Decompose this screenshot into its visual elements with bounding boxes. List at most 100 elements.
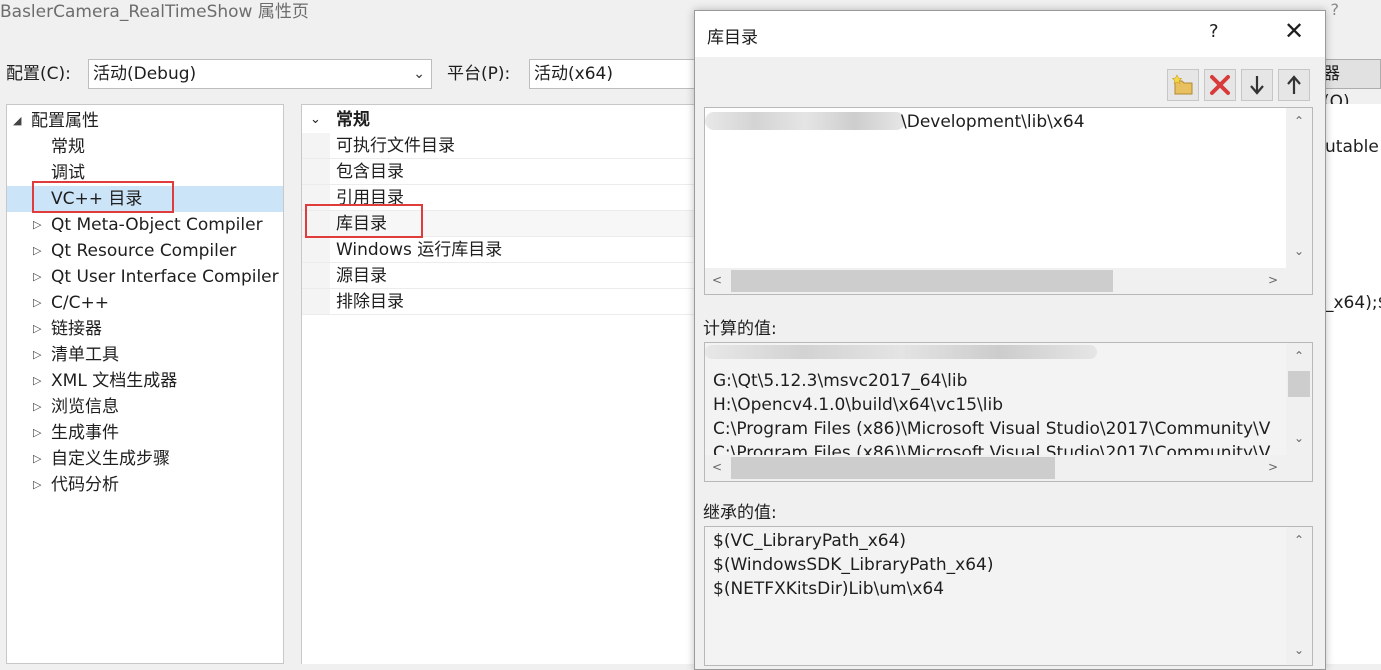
move-down-button[interactable]	[1241, 69, 1273, 101]
platform-dropdown[interactable]: 活动(x64)	[529, 59, 709, 89]
grid-row-label: 可执行文件目录	[336, 136, 455, 156]
grid-row-executable-dirs[interactable]: 可执行文件目录	[302, 133, 722, 159]
dialog-title: 库目录	[707, 28, 758, 48]
tree-item-label: 常规	[51, 137, 85, 157]
platform-value: 活动(x64)	[534, 64, 613, 84]
inherited-values-list[interactable]: $(VC_LibraryPath_x64) $(WindowsSDK_Libra…	[704, 526, 1313, 666]
delete-icon	[1210, 75, 1230, 95]
vertical-scrollbar[interactable]: ⌃ ⌄	[1286, 343, 1312, 455]
scroll-up-icon[interactable]: ⌃	[1289, 349, 1309, 363]
scroll-left-icon[interactable]: <	[707, 273, 727, 287]
chevron-down-icon: ⌄	[413, 66, 425, 82]
move-up-button[interactable]	[1278, 69, 1310, 101]
scrollbar-thumb[interactable]	[731, 457, 1055, 479]
scrollbar-thumb[interactable]	[731, 270, 1113, 292]
close-icon[interactable]: ✕	[1277, 17, 1311, 45]
horizontal-scrollbar[interactable]: < >	[705, 268, 1312, 294]
window-help-button[interactable]: ?	[1331, 0, 1340, 19]
tree-item-qt-rcc[interactable]: ▷ Qt Resource Compiler	[7, 238, 283, 264]
collapsed-triangle-icon: ▷	[33, 426, 42, 439]
scroll-down-icon[interactable]: ⌄	[1289, 431, 1309, 445]
tree-item-label: 代码分析	[51, 475, 119, 495]
tree-item-qt-uic[interactable]: ▷ Qt User Interface Compiler	[7, 264, 283, 290]
scroll-down-icon[interactable]: ⌄	[1289, 244, 1309, 258]
grid-section-label: 常规	[336, 110, 370, 130]
highlight-box-vc-directories	[32, 181, 174, 213]
move-down-icon	[1250, 76, 1264, 95]
computed-values-label: 计算的值:	[703, 319, 777, 339]
property-grid: ⌄ 常规 可执行文件目录 包含目录 引用目录 库目录 Windows 运行库目录…	[301, 104, 722, 664]
grid-row-label: 源目录	[336, 266, 387, 286]
vertical-scrollbar[interactable]: ⌃ ⌄	[1286, 108, 1312, 268]
tree-item-code-analysis[interactable]: ▷ 代码分析	[7, 472, 283, 498]
tree-item-custom-build[interactable]: ▷ 自定义生成步骤	[7, 446, 283, 472]
list-item: C:\Program Files (x86)\Microsoft Visual …	[713, 419, 1271, 439]
inherited-values-label: 继承的值:	[703, 503, 777, 523]
tree-item-label: 清单工具	[51, 345, 119, 365]
scroll-right-icon[interactable]: >	[1263, 460, 1283, 474]
grid-values-column: utable _x64);$	[1325, 104, 1381, 664]
dialog-help-button[interactable]: ?	[1209, 21, 1219, 42]
dialog-titlebar: 库目录 ? ✕	[695, 11, 1325, 57]
configuration-manager-button[interactable]: 器(O)...	[1318, 59, 1381, 112]
collapsed-triangle-icon: ▷	[33, 218, 42, 231]
list-item[interactable]: \Development\lib\x64	[901, 110, 1085, 134]
chevron-down-icon: ⌄	[310, 112, 321, 127]
tree-item-label: Qt Resource Compiler	[51, 241, 237, 261]
grid-row-exclude-dirs[interactable]: 排除目录	[302, 289, 722, 315]
tree-item-general[interactable]: 常规	[7, 134, 283, 160]
collapsed-triangle-icon: ▷	[33, 478, 42, 491]
tree-item-build-events[interactable]: ▷ 生成事件	[7, 420, 283, 446]
scroll-up-icon[interactable]: ⌃	[1289, 533, 1309, 547]
scrollbar-thumb[interactable]	[1288, 371, 1310, 397]
window-title: BaslerCamera_RealTimeShow 属性页	[0, 2, 309, 22]
configuration-dropdown[interactable]: 活动(Debug) ⌄	[88, 59, 432, 89]
tree-item-browse-info[interactable]: ▷ 浏览信息	[7, 394, 283, 420]
scroll-down-icon[interactable]: ⌄	[1289, 643, 1309, 657]
grid-row-winrt-dirs[interactable]: Windows 运行库目录	[302, 237, 722, 263]
grid-value-fragment: _x64);$	[1325, 293, 1381, 313]
tree-item-label: Qt User Interface Compiler	[51, 267, 279, 287]
platform-label: 平台(P):	[447, 64, 511, 84]
collapsed-triangle-icon: ▷	[33, 322, 42, 335]
tree-item-qt-moc[interactable]: ▷ Qt Meta-Object Compiler	[7, 212, 283, 238]
library-dirs-edit-list[interactable]: \Development\lib\x64 ⌃ ⌄ < >	[704, 107, 1313, 295]
tree-item-label: Qt Meta-Object Compiler	[51, 215, 263, 235]
collapsed-triangle-icon: ▷	[33, 452, 42, 465]
list-item: $(WindowsSDK_LibraryPath_x64)	[713, 555, 994, 575]
highlight-box-library-dirs	[305, 204, 423, 238]
new-line-icon	[1171, 74, 1193, 95]
new-line-button[interactable]	[1167, 69, 1199, 101]
horizontal-scrollbar[interactable]: < >	[705, 455, 1312, 481]
grid-row-label: Windows 运行库目录	[336, 240, 503, 260]
tree-item-xml-doc[interactable]: ▷ XML 文档生成器	[7, 368, 283, 394]
grid-row-label: 排除目录	[336, 292, 404, 312]
tree-item-manifest-tool[interactable]: ▷ 清单工具	[7, 342, 283, 368]
collapsed-triangle-icon: ▷	[33, 400, 42, 413]
expanded-triangle-icon: ◢	[13, 114, 22, 127]
tree-item-label: 自定义生成步骤	[51, 449, 170, 469]
collapsed-triangle-icon: ▷	[33, 270, 42, 283]
list-item: $(VC_LibraryPath_x64)	[713, 531, 907, 551]
redacted-path-blur	[705, 112, 905, 130]
tree-item-linker[interactable]: ▷ 链接器	[7, 316, 283, 342]
grid-section-header[interactable]: ⌄ 常规	[302, 107, 722, 133]
library-directories-dialog: 库目录 ? ✕ \Development\lib\x64 ⌃ ⌄ < > 计算的…	[694, 10, 1326, 670]
scroll-right-icon[interactable]: >	[1263, 273, 1283, 287]
collapsed-triangle-icon: ▷	[33, 374, 42, 387]
vertical-scrollbar[interactable]: ⌃ ⌄	[1286, 527, 1312, 665]
tree-item-cpp[interactable]: ▷ C/C++	[7, 290, 283, 316]
scroll-left-icon[interactable]: <	[707, 460, 727, 474]
tree-item-label: 生成事件	[51, 423, 119, 443]
grid-row-source-dirs[interactable]: 源目录	[302, 263, 722, 289]
list-item: G:\Qt\5.12.3\msvc2017_64\lib	[713, 371, 968, 391]
tree-item-root[interactable]: ◢ 配置属性	[7, 108, 283, 134]
list-item: $(NETFXKitsDir)Lib\um\x64	[713, 579, 945, 599]
move-up-icon	[1287, 75, 1301, 94]
grid-row-label: 包含目录	[336, 162, 404, 182]
delete-line-button[interactable]	[1204, 69, 1236, 101]
scroll-up-icon[interactable]: ⌃	[1289, 114, 1309, 128]
computed-values-list[interactable]: G:\Qt\5.12.3\msvc2017_64\lib H:\Opencv4.…	[704, 342, 1313, 482]
tree-item-label: 链接器	[51, 319, 102, 339]
grid-row-include-dirs[interactable]: 包含目录	[302, 159, 722, 185]
